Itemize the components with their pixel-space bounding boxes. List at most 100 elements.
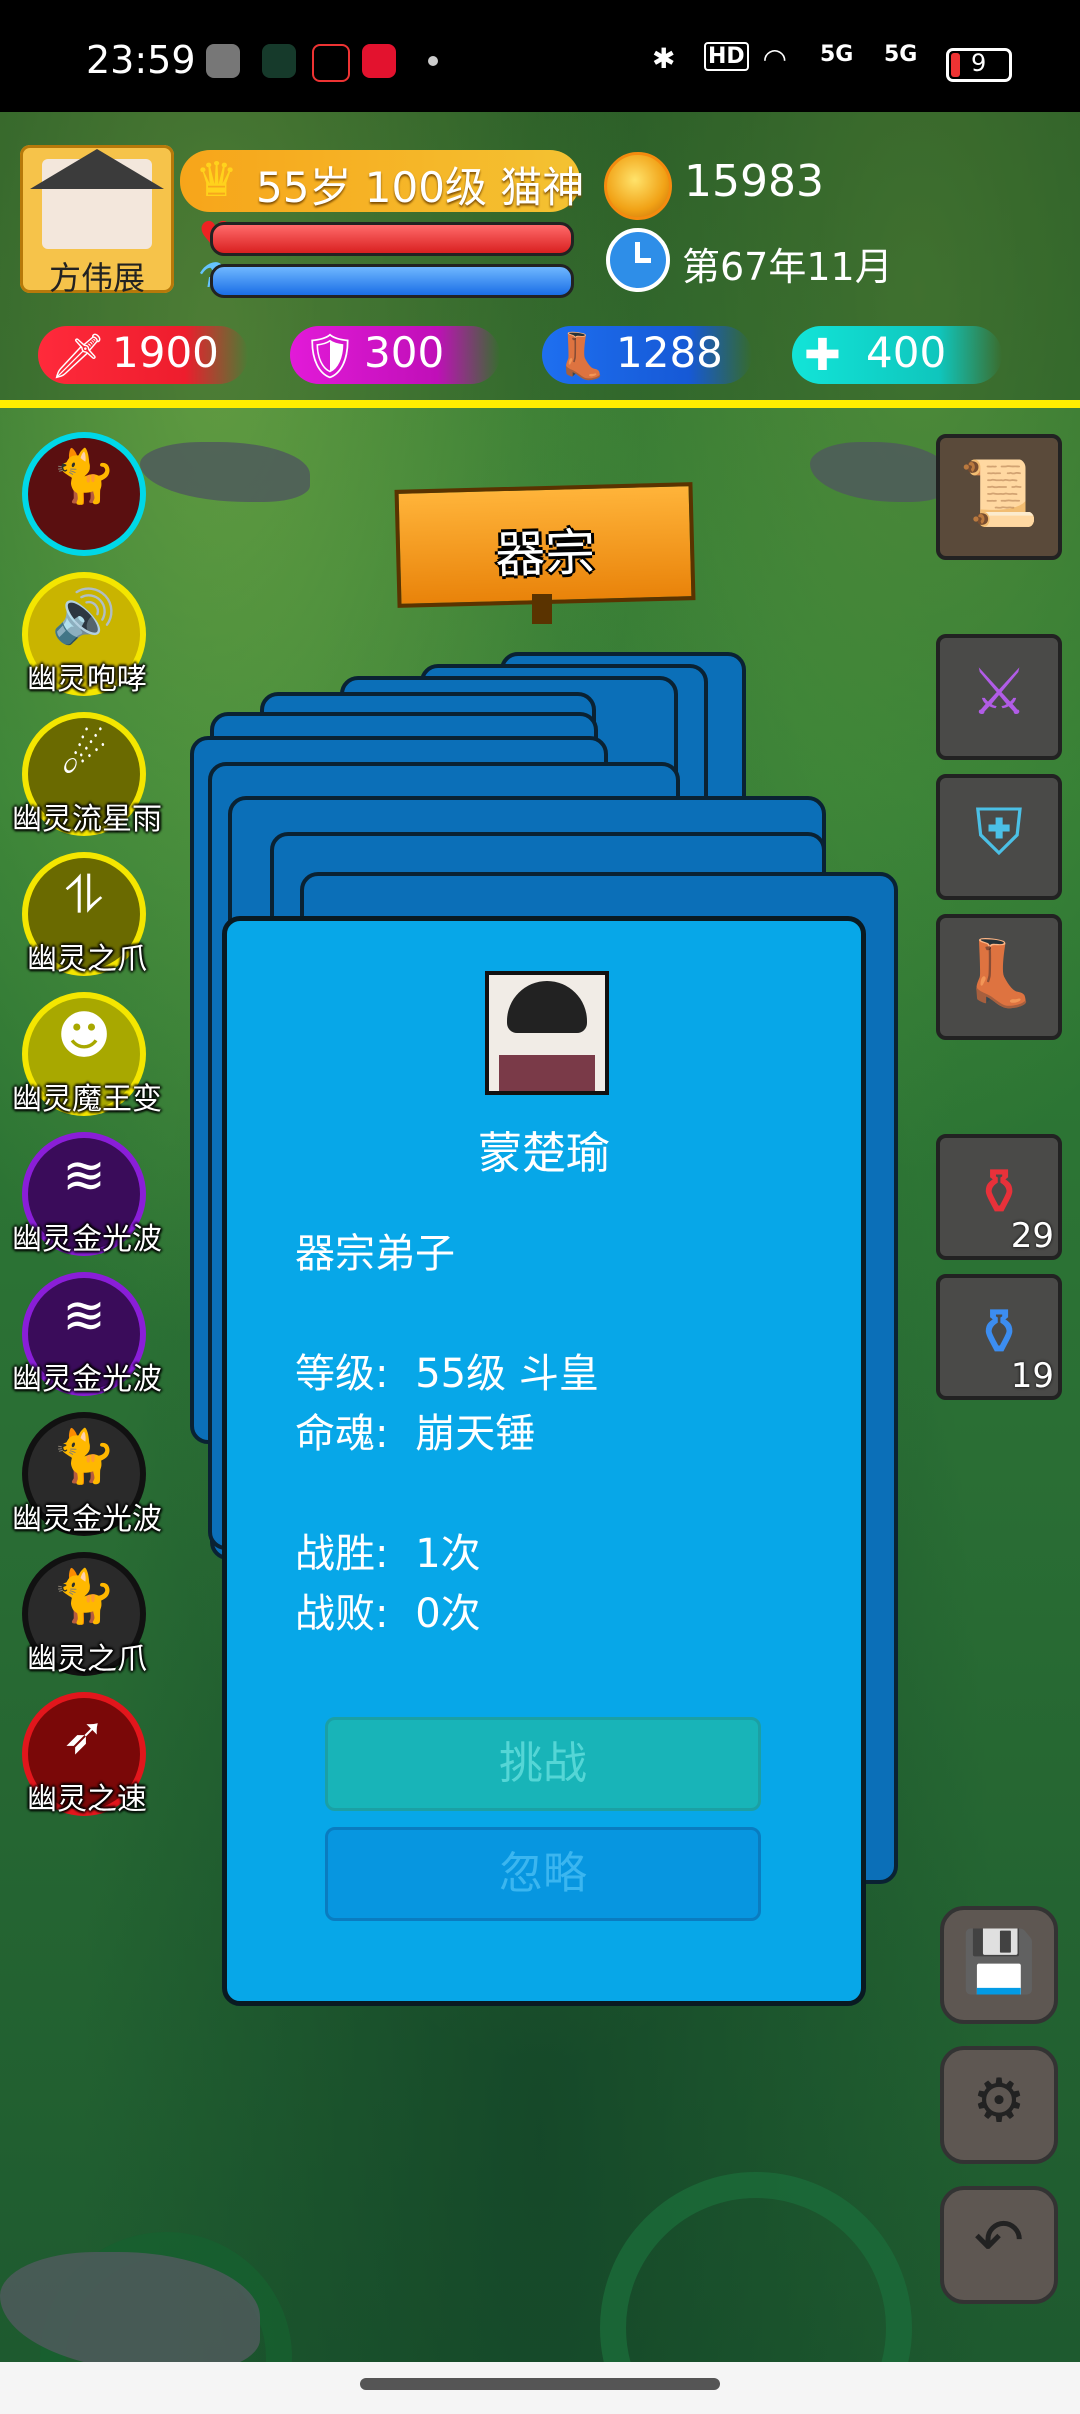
battery-icon: 9 — [946, 48, 1012, 82]
skill-slot[interactable]: 🔊 幽灵咆哮 — [22, 572, 147, 697]
challenge-button[interactable]: 挑战 — [325, 1717, 761, 1811]
player-avatar[interactable]: 方伟展 — [20, 145, 174, 297]
app-icon — [362, 44, 396, 78]
skill-label: 幽灵金光波 — [12, 1222, 162, 1257]
skill-label: 幽灵魔王变 — [12, 1082, 162, 1117]
armor-slot[interactable]: ⛨ — [936, 774, 1062, 900]
claw-icon: ⥮ — [65, 866, 103, 926]
hp-value: 400 — [866, 328, 947, 377]
game-controller-icon — [206, 44, 240, 78]
cat-icon: 🐈 — [51, 1567, 117, 1627]
red-potion-count: 29 — [1010, 1216, 1054, 1256]
more-dot-icon — [428, 56, 438, 66]
level-text: 55岁 100级 猫神 — [256, 163, 585, 212]
boot-icon: 👢 — [554, 331, 609, 382]
home-indicator[interactable] — [360, 2378, 720, 2390]
sect-sign: 器宗 — [394, 482, 696, 608]
hp-bar — [210, 222, 574, 256]
red-potion-slot[interactable]: ⚱ 29 — [936, 1134, 1062, 1260]
signal-5g-icon: 5G — [820, 42, 854, 67]
portrait-body — [499, 1055, 595, 1091]
rock-decoration — [810, 442, 950, 502]
soul-label: 命魂: — [295, 1411, 389, 1457]
defense-stat: 🛡 300 — [290, 326, 500, 384]
tiktok-icon — [312, 44, 350, 82]
shield-icon: 🛡 — [302, 331, 358, 382]
skill-slot[interactable]: ⥮ 幽灵之爪 — [22, 852, 147, 977]
crown-icon: ♛ — [195, 152, 239, 208]
skill-label: 幽灵之爪 — [27, 1642, 147, 1677]
sword-icon: ⚔ — [970, 656, 1028, 730]
mp-bar — [210, 264, 574, 298]
opponent-title: 器宗弟子 — [295, 1231, 455, 1277]
portrait-hair — [507, 981, 587, 1033]
hd-voice-icon: HD — [704, 42, 749, 71]
speed-icon: ➶ — [62, 1706, 106, 1766]
sign-post — [532, 594, 552, 624]
skill-label: 幽灵金光波 — [12, 1502, 162, 1537]
attack-stat: 🗡 1900 — [38, 326, 248, 384]
blue-potion-count: 19 — [1010, 1356, 1054, 1396]
skill-slot[interactable]: ☻ 幽灵魔王变 — [12, 992, 162, 1117]
ignore-button[interactable]: 忽略 — [325, 1827, 761, 1921]
skill-slot[interactable]: ≋ 幽灵金光波 — [12, 1132, 162, 1257]
save-button[interactable]: 💾 — [940, 1906, 1058, 2024]
vine-decoration — [600, 2172, 912, 2362]
boots-slot[interactable]: 👢 — [936, 914, 1062, 1040]
wins-label: 战胜: — [295, 1531, 389, 1577]
clock-time: 23:59 — [86, 38, 196, 82]
skill-slot[interactable]: ≋ 幽灵金光波 — [12, 1272, 162, 1397]
blue-potion-slot[interactable]: ⚱ 19 — [936, 1274, 1062, 1400]
skill-slot[interactable]: ➶ 幽灵之速 — [22, 1692, 147, 1817]
settings-button[interactable]: ⚙ — [940, 2046, 1058, 2164]
wins-row: 战胜: 1次 — [295, 1521, 481, 1579]
skill-label: 幽灵之爪 — [27, 942, 147, 977]
skill-slot[interactable]: 🐈 幽灵金光波 — [12, 1412, 162, 1537]
back-arrow-icon: ↶ — [973, 2206, 1025, 2276]
losses-value: 0次 — [415, 1591, 481, 1637]
attack-value: 1900 — [112, 328, 219, 377]
map-slot[interactable]: 📜 — [936, 434, 1062, 560]
losses-label: 战败: — [295, 1591, 389, 1637]
boots-icon: 👢 — [959, 937, 1039, 1011]
sword-icon: 🗡 — [50, 331, 106, 382]
gold-amount: 15983 — [684, 156, 824, 207]
skill-slot[interactable]: 🐈 — [22, 432, 146, 556]
cat-icon: 🐈 — [51, 1427, 117, 1487]
level-value: 55级 斗皇 — [415, 1351, 599, 1397]
speed-stat: 👢 1288 — [542, 326, 752, 384]
level-label: 等级: — [295, 1351, 389, 1397]
map-scroll-icon: 📜 — [959, 457, 1039, 531]
signal-5g-icon: 5G — [884, 42, 918, 67]
wifi-icon: ◠ — [764, 42, 786, 75]
skill-label: 幽灵咆哮 — [27, 662, 147, 697]
gear-icon: ⚙ — [972, 2066, 1026, 2136]
soul-row: 命魂: 崩天锤 — [295, 1401, 535, 1459]
losses-row: 战败: 0次 — [295, 1581, 481, 1639]
level-row: 等级: 55级 斗皇 — [295, 1341, 599, 1399]
shield-app-icon — [262, 44, 296, 78]
save-icon: 💾 — [961, 1927, 1037, 1997]
player-name: 方伟展 — [48, 259, 145, 297]
wins-value: 1次 — [415, 1531, 481, 1577]
header-divider — [0, 400, 1080, 408]
sect-sign-title: 器宗 — [494, 523, 596, 585]
wave-icon: ≋ — [62, 1146, 106, 1206]
clock-icon — [606, 228, 670, 292]
skill-slot[interactable]: 🐈 幽灵之爪 — [22, 1552, 147, 1677]
opponent-card: 蒙楚瑜 器宗弟子 等级: 55级 斗皇 命魂: 崩天锤 战胜: 1次 战败: 0… — [222, 916, 866, 2006]
game-date: 第67年11月 — [682, 245, 893, 289]
back-button[interactable]: ↶ — [940, 2186, 1058, 2304]
skill-label: 幽灵流星雨 — [12, 802, 162, 837]
battery-level: 9 — [971, 49, 987, 77]
cat-icon: 🐈 — [51, 447, 117, 507]
opponent-portrait — [485, 971, 609, 1095]
opponent-name: 蒙楚瑜 — [478, 1128, 610, 1179]
defense-value: 300 — [364, 328, 445, 377]
hp-stat: ✚ 400 — [792, 326, 1002, 384]
weapon-slot[interactable]: ⚔ — [936, 634, 1062, 760]
meteor-icon: ☄ — [60, 726, 108, 786]
skill-label: 幽灵金光波 — [12, 1362, 162, 1397]
health-cross-icon: ✚ — [804, 330, 841, 381]
skill-slot[interactable]: ☄ 幽灵流星雨 — [12, 712, 162, 837]
